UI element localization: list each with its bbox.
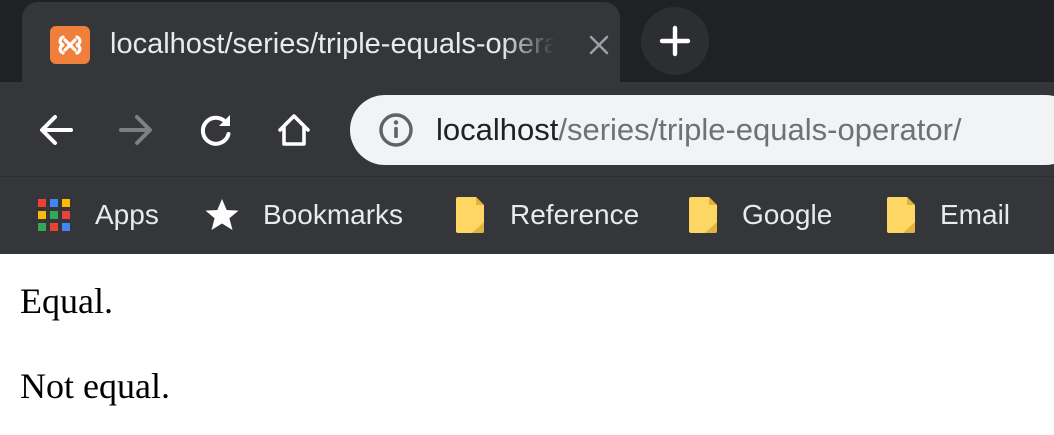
reload-button[interactable] xyxy=(194,108,238,152)
forward-button[interactable] xyxy=(114,108,158,152)
bookmark-label: Reference xyxy=(510,199,640,230)
bookmark-label: Google xyxy=(742,199,833,230)
new-tab-button[interactable] xyxy=(641,7,709,75)
bookmark-label: Bookmarks xyxy=(263,199,404,230)
bookmark-email[interactable]: Email xyxy=(885,193,1010,237)
bookmark-bookmarks[interactable]: Bookmarks xyxy=(204,193,403,237)
star-icon xyxy=(205,199,239,230)
xampp-icon xyxy=(50,26,90,64)
output-line-not-equal: Not equal. xyxy=(20,366,170,406)
address-bar[interactable]: localhost/series/triple-equals-operator/ xyxy=(350,95,1054,165)
apps-grid-icon xyxy=(38,199,70,231)
tab-strip: localhost/series/triple-equals-operator/ xyxy=(0,0,1054,84)
page-content: Equal. Not equal. xyxy=(0,254,1054,435)
bookmark-google[interactable]: Google xyxy=(687,193,832,237)
toolbar: localhost/series/triple-equals-operator/ xyxy=(0,82,1054,176)
plus-icon xyxy=(659,25,691,57)
bookmark-apps[interactable]: Apps xyxy=(36,193,159,237)
arrow-left-icon xyxy=(40,115,73,145)
folder-icon xyxy=(887,197,915,233)
url-host: localhost xyxy=(436,112,559,147)
info-icon[interactable] xyxy=(378,112,414,148)
folder-icon xyxy=(689,197,717,233)
home-button[interactable] xyxy=(272,108,316,152)
tab-title: localhost/series/triple-equals-operator/ xyxy=(110,28,555,60)
bookmark-label: Apps xyxy=(95,199,159,230)
folder-icon xyxy=(456,197,484,233)
reload-icon xyxy=(200,115,231,146)
url-text[interactable]: localhost/series/triple-equals-operator/ xyxy=(436,110,962,150)
back-button[interactable] xyxy=(34,108,78,152)
browser-tab[interactable]: localhost/series/triple-equals-operator/ xyxy=(22,2,620,84)
home-icon xyxy=(278,114,310,146)
bookmarks-bar: Apps Bookmarks Reference Google Email xyxy=(0,176,1054,254)
url-path: /series/triple-equals-operator/ xyxy=(558,112,962,147)
close-icon[interactable] xyxy=(584,30,614,60)
arrow-right-icon xyxy=(119,115,152,145)
bookmark-label: Email xyxy=(940,199,1011,230)
output-line-equal: Equal. xyxy=(20,281,113,321)
bookmark-reference[interactable]: Reference xyxy=(454,193,639,237)
